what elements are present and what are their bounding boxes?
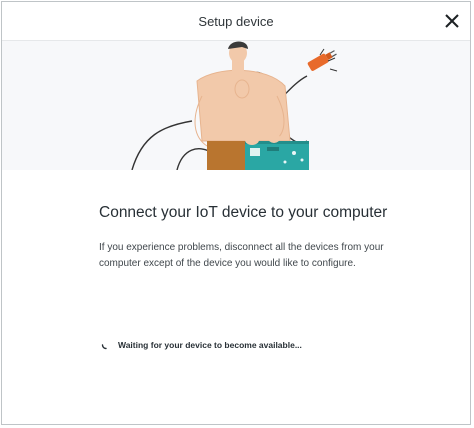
close-icon[interactable] (442, 11, 462, 31)
setup-device-dialog: Setup device Connect your IoT device to … (1, 1, 471, 425)
dialog-header: Setup device (2, 2, 470, 41)
person-connecting-board-illustration (131, 41, 338, 170)
hero-illustration-area (2, 41, 470, 170)
connect-heading: Connect your IoT device to your computer (99, 204, 388, 221)
connect-description: If you experience problems, disconnect a… (99, 242, 384, 269)
dialog-content: Connect your IoT device to your computer… (99, 200, 389, 272)
status-text: Waiting for your device to become availa… (118, 340, 302, 350)
status-row: Waiting for your device to become availa… (101, 340, 302, 350)
spinner-icon (101, 344, 107, 350)
dialog-title: Setup device (198, 14, 274, 29)
